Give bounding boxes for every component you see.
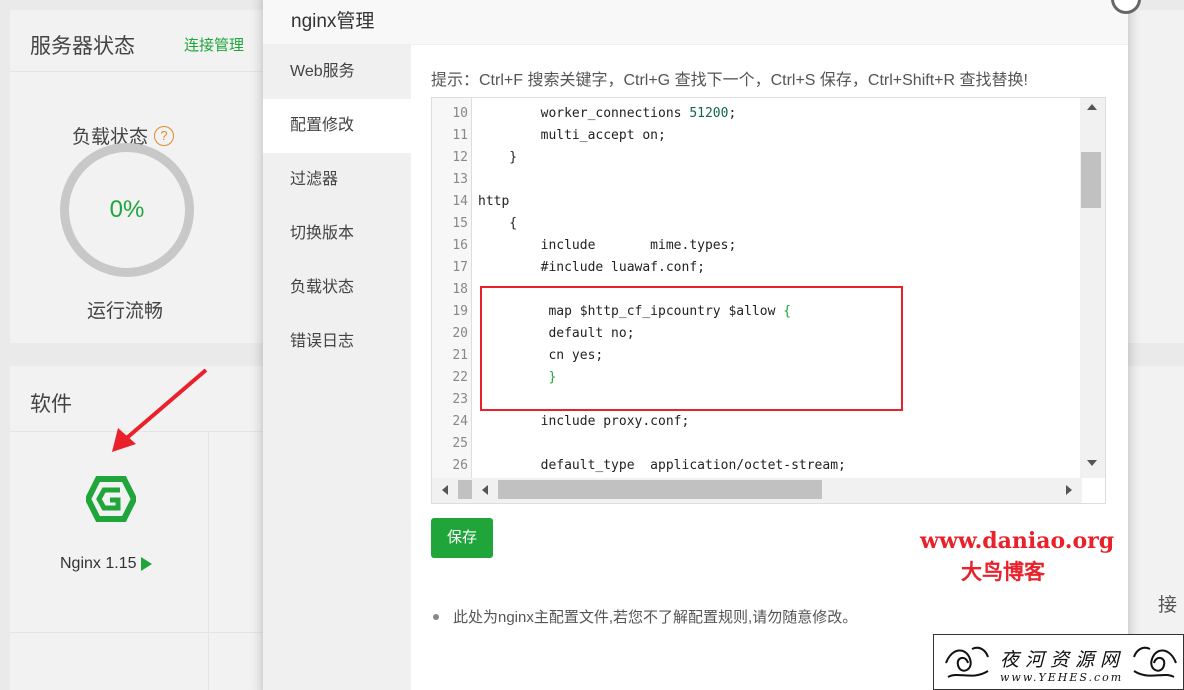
save-button[interactable]: 保存 bbox=[431, 518, 493, 558]
line-number: 22 bbox=[452, 370, 468, 385]
line-number: 13 bbox=[452, 172, 468, 187]
config-note-text: 此处为nginx主配置文件,若您不了解配置规则,请勿随意修改。 bbox=[453, 609, 858, 626]
vertical-scrollbar[interactable] bbox=[1080, 98, 1105, 478]
horizontal-scrollbar[interactable] bbox=[432, 478, 1082, 503]
watermark-url: www.daniao.org bbox=[920, 528, 1115, 554]
gutter-scroll-thumb[interactable] bbox=[458, 480, 472, 499]
highlight-box bbox=[480, 286, 903, 411]
line-number: 17 bbox=[452, 260, 468, 275]
code-line[interactable]: multi_accept on; bbox=[478, 128, 666, 143]
dialog-title-bar: nginx管理 bbox=[263, 0, 1128, 45]
scroll-up-icon[interactable] bbox=[1087, 104, 1097, 110]
code-line[interactable]: { bbox=[478, 216, 517, 231]
code-line[interactable]: } bbox=[478, 150, 517, 165]
code-line[interactable]: include proxy.conf; bbox=[478, 414, 690, 429]
side-nav: Web服务 配置修改 过滤器 切换版本 负载状态 错误日志 bbox=[263, 45, 411, 690]
software-title: 软件 bbox=[30, 393, 72, 416]
badge-url: www.YEHES.com bbox=[1000, 671, 1124, 684]
play-icon[interactable] bbox=[140, 557, 152, 571]
scroll-left-icon[interactable] bbox=[442, 485, 448, 495]
watermark-name: 大鸟博客 bbox=[961, 559, 1045, 584]
line-number: 25 bbox=[452, 436, 468, 451]
nav-item-load-status[interactable]: 负载状态 bbox=[263, 261, 411, 315]
nginx-version-label: Nginx 1.15 bbox=[60, 555, 137, 572]
nav-item-config-edit[interactable]: 配置修改 bbox=[263, 99, 411, 153]
config-note: 此处为nginx主配置文件,若您不了解配置规则,请勿随意修改。 bbox=[431, 606, 857, 627]
nginx-software-item[interactable]: Nginx 1.15 bbox=[60, 555, 152, 573]
line-number: 15 bbox=[452, 216, 468, 231]
nav-item-switch-version[interactable]: 切换版本 bbox=[263, 207, 411, 261]
code-line[interactable]: default_type application/octet-stream; bbox=[478, 458, 846, 473]
code-line[interactable]: use epoll; bbox=[478, 98, 619, 99]
line-number: 21 bbox=[452, 348, 468, 363]
grid-divider bbox=[10, 632, 280, 633]
gauge-value: 0% bbox=[109, 196, 145, 223]
horizontal-scroll-thumb[interactable] bbox=[498, 480, 822, 499]
line-number: 10 bbox=[452, 106, 468, 121]
connect-manage-link[interactable]: 连接管理 bbox=[184, 34, 244, 55]
line-number: 20 bbox=[452, 326, 468, 341]
nginx-logo-icon[interactable] bbox=[86, 476, 136, 522]
line-number: 12 bbox=[452, 150, 468, 165]
code-line[interactable]: http bbox=[478, 194, 509, 209]
line-number: 24 bbox=[452, 414, 468, 429]
code-line[interactable]: #include luawaf.conf; bbox=[478, 260, 705, 275]
site-badge: 夜河资源网 www.YEHES.com bbox=[933, 634, 1184, 690]
line-number: 18 bbox=[452, 282, 468, 297]
ornament-icon bbox=[945, 646, 989, 678]
shortcut-tip: 提示：Ctrl+F 搜索关键字，Ctrl+G 查找下一个，Ctrl+S 保存，C… bbox=[431, 72, 1028, 89]
line-number: 23 bbox=[452, 392, 468, 407]
line-number: 11 bbox=[452, 128, 468, 143]
ornament-icon bbox=[1133, 646, 1177, 678]
run-status-label: 运行流畅 bbox=[87, 301, 164, 322]
scroll-right-icon[interactable] bbox=[1066, 485, 1072, 495]
help-icon[interactable]: ? bbox=[154, 125, 175, 146]
line-number: 26 bbox=[452, 458, 468, 473]
line-number: 9 bbox=[432, 98, 468, 99]
annotation-arrow-icon bbox=[112, 368, 208, 452]
nav-item-error-log[interactable]: 错误日志 bbox=[263, 315, 411, 369]
right-panel bbox=[1128, 10, 1184, 343]
scroll-left-icon[interactable] bbox=[482, 485, 488, 495]
badge-title: 夜河资源网 bbox=[1000, 649, 1126, 671]
bullet-icon bbox=[433, 613, 439, 620]
server-status-panel: 服务器状态 连接管理 负载状态 ? 0% 运行流畅 bbox=[10, 10, 280, 343]
nav-item-filter[interactable]: 过滤器 bbox=[263, 153, 411, 207]
line-number: 19 bbox=[452, 304, 468, 319]
code-line[interactable]: include mime.types; bbox=[478, 238, 737, 253]
line-number: 14 bbox=[452, 194, 468, 209]
nav-item-web-service[interactable]: Web服务 bbox=[263, 45, 411, 99]
server-status-header: 服务器状态 连接管理 bbox=[10, 10, 280, 72]
scroll-down-icon[interactable] bbox=[1087, 460, 1097, 466]
code-line[interactable]: worker_connections 51200; bbox=[478, 106, 737, 121]
server-status-title: 服务器状态 bbox=[30, 35, 135, 58]
right-partial-text: 接 bbox=[1158, 595, 1178, 616]
vertical-scroll-thumb[interactable] bbox=[1081, 152, 1101, 208]
line-number: 16 bbox=[452, 238, 468, 253]
dialog-title: nginx管理 bbox=[291, 11, 375, 32]
load-gauge: 0% bbox=[60, 143, 194, 277]
grid-divider bbox=[208, 432, 209, 690]
